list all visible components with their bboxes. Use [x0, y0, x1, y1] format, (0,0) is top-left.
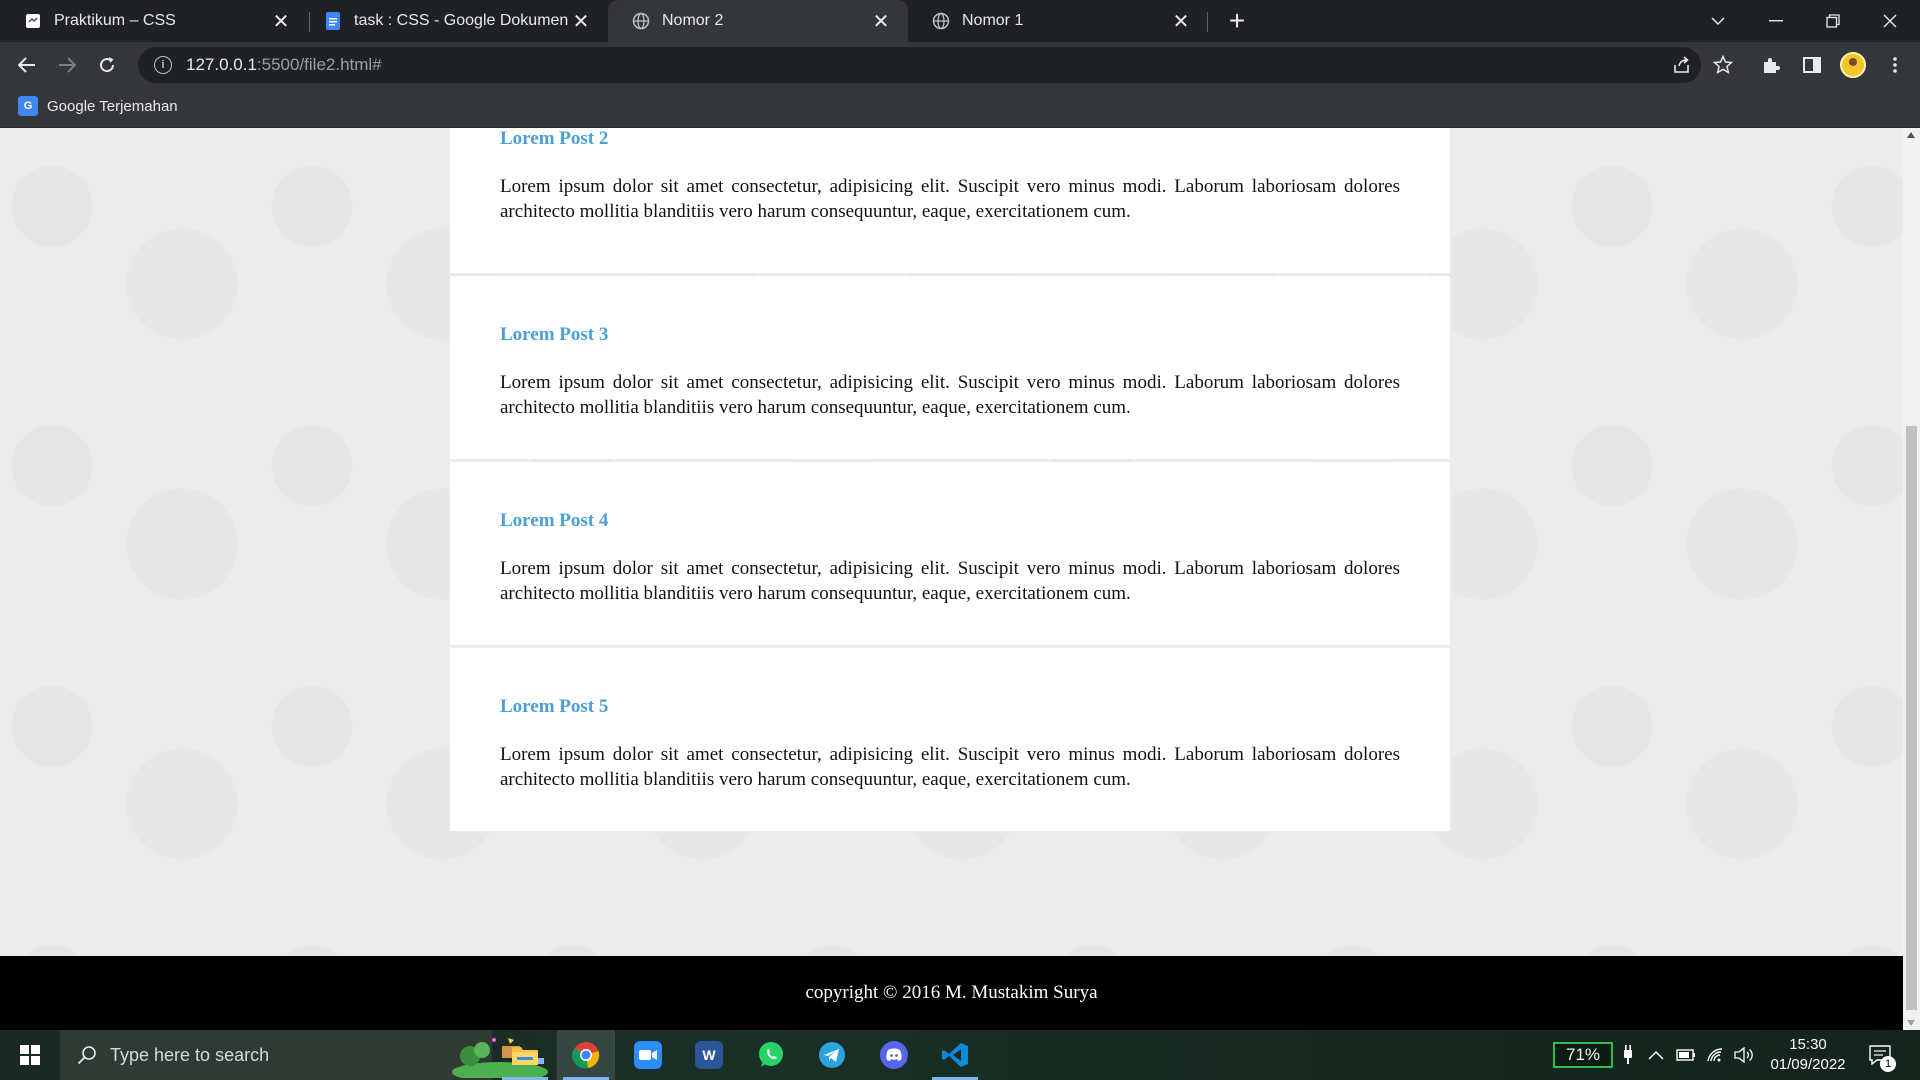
post-title-link[interactable]: Lorem Post 3	[500, 324, 608, 346]
volume-icon[interactable]	[1734, 1030, 1754, 1080]
clock-time: 15:30	[1789, 1036, 1827, 1053]
close-icon[interactable]: ✕	[270, 10, 292, 33]
telegram-icon	[818, 1041, 846, 1069]
post-card: Lorem Post 4 Lorem ipsum dolor sit amet …	[450, 462, 1450, 645]
vscode-icon	[941, 1041, 969, 1069]
tab-title: Nomor 2	[662, 12, 724, 29]
scroll-up-icon[interactable]	[1907, 132, 1915, 138]
clock-date: 01/09/2022	[1770, 1056, 1846, 1073]
battery-percentage[interactable]: 71%	[1553, 1042, 1613, 1068]
scrollbar-thumb[interactable]	[1906, 426, 1917, 1010]
power-plug-icon[interactable]	[1622, 1030, 1634, 1080]
restore-icon[interactable]	[1805, 0, 1861, 42]
tab-title: Nomor 1	[962, 12, 1024, 29]
tab-search-chevron-icon[interactable]	[1690, 0, 1746, 42]
bookmark-label: Google Terjemahan	[47, 97, 178, 115]
copyright-text: copyright © 2016 M. Mustakim Surya	[805, 982, 1098, 1003]
post-body: Lorem ipsum dolor sit amet consectetur, …	[500, 744, 1400, 790]
page-footer: copyright © 2016 M. Mustakim Surya	[0, 956, 1903, 1030]
post-card: Lorem Post 3 Lorem ipsum dolor sit amet …	[450, 276, 1450, 459]
extensions-puzzle-icon[interactable]	[1756, 50, 1786, 80]
reload-icon[interactable]	[92, 50, 122, 80]
taskbar-zoom[interactable]	[619, 1030, 677, 1080]
browser-toolbar: i 127.0.0.1:5500/file2.html#	[0, 42, 1920, 88]
taskbar-file-explorer[interactable]	[496, 1030, 554, 1080]
word-icon: W	[695, 1041, 723, 1069]
side-panel-icon[interactable]	[1797, 50, 1827, 80]
file-explorer-icon	[511, 1041, 539, 1069]
profile-avatar[interactable]	[1840, 52, 1866, 78]
taskbar-vscode[interactable]	[926, 1030, 984, 1080]
address-bar[interactable]: i 127.0.0.1:5500/file2.html#	[138, 47, 1701, 83]
url-host: 127.0.0.1	[186, 55, 257, 74]
bookmark-google-translate[interactable]: G Google Terjemahan	[18, 96, 178, 116]
windows-logo-icon	[20, 1045, 40, 1065]
new-tab-icon[interactable]: +	[1222, 5, 1252, 36]
google-docs-icon	[324, 12, 342, 30]
post-card: Lorem Post 5 Lorem ipsum dolor sit amet …	[450, 648, 1450, 831]
search-placeholder: Type here to search	[110, 1044, 270, 1065]
taskbar-chrome[interactable]	[557, 1030, 615, 1080]
tab-nomor-1[interactable]: Nomor 1 ✕	[908, 0, 1208, 42]
site-info-icon[interactable]: i	[154, 56, 172, 74]
taskbar-whatsapp[interactable]	[742, 1030, 800, 1080]
start-button[interactable]	[0, 1030, 60, 1080]
battery-icon[interactable]	[1676, 1030, 1696, 1080]
minimize-icon[interactable]	[1748, 0, 1804, 42]
tab-title: task : CSS - Google Dokumen	[354, 12, 569, 29]
url-path: :5500/file2.html#	[256, 55, 382, 74]
post-body: Lorem ipsum dolor sit amet consectetur, …	[500, 558, 1400, 604]
globe-icon	[632, 12, 650, 30]
page-icon	[24, 12, 42, 30]
back-arrow-icon[interactable]	[12, 50, 42, 80]
zoom-icon	[634, 1041, 662, 1069]
tab-praktikum-css[interactable]: Praktikum – CSS ✕	[0, 0, 308, 42]
notification-count-badge: 1	[1880, 1056, 1896, 1072]
taskbar-discord[interactable]	[865, 1030, 923, 1080]
kebab-menu-icon[interactable]	[1880, 50, 1910, 80]
bookmarks-bar: G Google Terjemahan	[0, 88, 1920, 128]
share-icon[interactable]	[1667, 50, 1697, 80]
bookmark-star-icon[interactable]	[1708, 50, 1738, 80]
post-title-link[interactable]: Lorem Post 2	[500, 128, 608, 150]
search-icon	[76, 1044, 98, 1066]
tab-google-docs[interactable]: task : CSS - Google Dokumen ✕	[300, 0, 608, 42]
close-icon[interactable]: ✕	[570, 10, 592, 33]
close-window-icon[interactable]	[1862, 0, 1918, 42]
taskbar-search[interactable]: Type here to search	[60, 1030, 548, 1080]
taskbar-word[interactable]: W	[680, 1030, 738, 1080]
globe-icon	[932, 12, 950, 30]
taskbar-telegram[interactable]	[803, 1030, 861, 1080]
windows-taskbar: Type here to search W 71% 15:30 01/09/20…	[0, 1030, 1920, 1080]
tab-title: Praktikum – CSS	[54, 12, 176, 29]
forward-arrow-icon[interactable]	[52, 50, 82, 80]
posts-container: Lorem Post 2 Lorem ipsum dolor sit amet …	[450, 128, 1450, 831]
post-title-link[interactable]: Lorem Post 5	[500, 696, 608, 718]
tab-separator	[1207, 12, 1208, 32]
page-viewport: Lorem Post 2 Lorem ipsum dolor sit amet …	[0, 128, 1903, 1030]
tab-strip: Praktikum – CSS ✕ task : CSS - Google Do…	[0, 0, 1920, 42]
taskbar-clock[interactable]: 15:30 01/09/2022	[1763, 1035, 1853, 1075]
show-hidden-icons-chevron-icon[interactable]	[1648, 1030, 1664, 1080]
close-icon[interactable]: ✕	[1170, 10, 1192, 33]
close-icon[interactable]: ✕	[870, 10, 892, 33]
post-card: Lorem Post 2 Lorem ipsum dolor sit amet …	[450, 128, 1450, 273]
page-scrollbar[interactable]	[1903, 128, 1920, 1030]
post-title-link[interactable]: Lorem Post 4	[500, 510, 608, 532]
post-body: Lorem ipsum dolor sit amet consectetur, …	[500, 372, 1400, 418]
wifi-icon[interactable]	[1706, 1030, 1726, 1080]
whatsapp-icon	[757, 1041, 785, 1069]
scroll-down-icon[interactable]	[1907, 1020, 1915, 1026]
chrome-icon	[572, 1041, 600, 1069]
tab-nomor-2[interactable]: Nomor 2 ✕	[608, 0, 908, 42]
post-body: Lorem ipsum dolor sit amet consectetur, …	[500, 176, 1400, 222]
google-translate-icon: G	[18, 96, 38, 116]
discord-icon	[880, 1041, 908, 1069]
